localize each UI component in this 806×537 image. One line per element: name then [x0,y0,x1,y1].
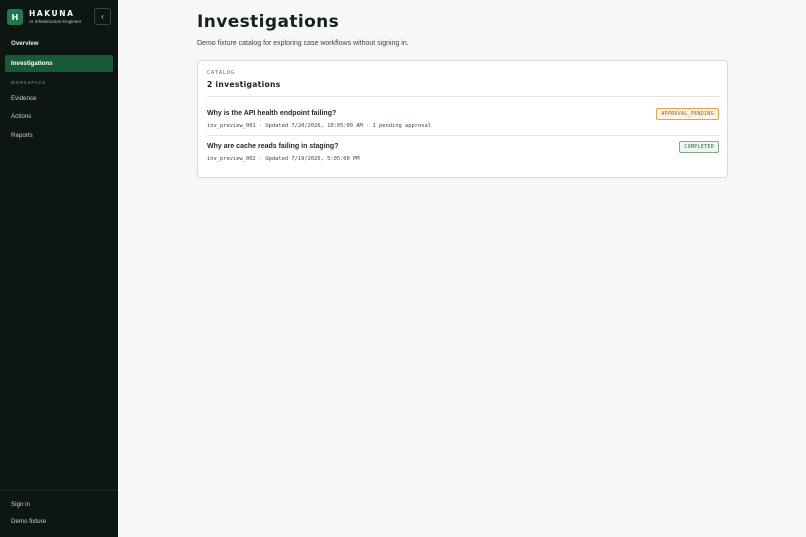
investigations-catalog-card: CATALOG 2 investigations Why is the API … [197,60,728,178]
investigation-meta: inv_preview_002 · Updated 7/19/2026, 5:0… [207,156,360,162]
sidebar-item-label: Actions [11,113,32,120]
collapse-sidebar-button[interactable]: ‹ [94,8,111,25]
catalog-divider [207,96,719,97]
status-badge: APPROVAL_PENDING [656,108,719,120]
investigation-title-link[interactable]: Why are cache reads failing in staging? [207,143,338,150]
investigation-row[interactable]: Why are cache reads failing in staging? … [207,141,719,169]
sidebar-item-actions[interactable]: Actions [5,108,113,125]
sidebar: H HAKUNA AI Infrastructure Engineer ‹ Ov… [0,0,118,537]
brand-name: HAKUNA [29,8,75,18]
investigation-title-link[interactable]: Why is the API health endpoint failing? [207,110,336,117]
investigation-meta: inv_preview_001 · Updated 7/20/2026, 10:… [207,123,431,129]
sidebar-item-investigations[interactable]: Investigations [5,55,113,72]
catalog-eyebrow: CATALOG [207,70,236,76]
hakuna-logo-icon: H [7,9,23,25]
sidebar-item-reports[interactable]: Reports [5,127,113,144]
page-description: Demo fixture catalog for exploring case … [197,40,409,47]
sidebar-item-label: Sign in [11,501,30,508]
sidebar-item-label: Reports [11,132,33,139]
demo-fixture-link[interactable]: Demo fixture [5,513,113,530]
workspace-section-label: WORKSPACE [11,80,47,85]
sidebar-item-label: Overview [11,40,39,47]
brand-text: HAKUNA AI Infrastructure Engineer [29,8,82,25]
chevron-left-icon: ‹ [101,12,104,21]
sign-in-link[interactable]: Sign in [5,496,113,513]
catalog-heading: 2 investigations [207,80,281,89]
brand-subtitle: AI Infrastructure Engineer [29,18,82,24]
brand[interactable]: H HAKUNA AI Infrastructure Engineer [7,8,81,26]
row-divider [207,135,719,136]
sidebar-footer-divider [0,490,118,491]
status-badge: COMPLETED [679,141,719,153]
sidebar-item-label: Evidence [11,95,37,102]
sidebar-item-label: Demo fixture [11,518,47,525]
sidebar-item-label: Investigations [11,60,53,67]
sidebar-item-evidence[interactable]: Evidence [5,90,113,107]
sidebar-item-overview[interactable]: Overview [5,35,113,52]
page-title: Investigations [197,12,340,32]
investigation-row[interactable]: Why is the API health endpoint failing? … [207,108,719,136]
